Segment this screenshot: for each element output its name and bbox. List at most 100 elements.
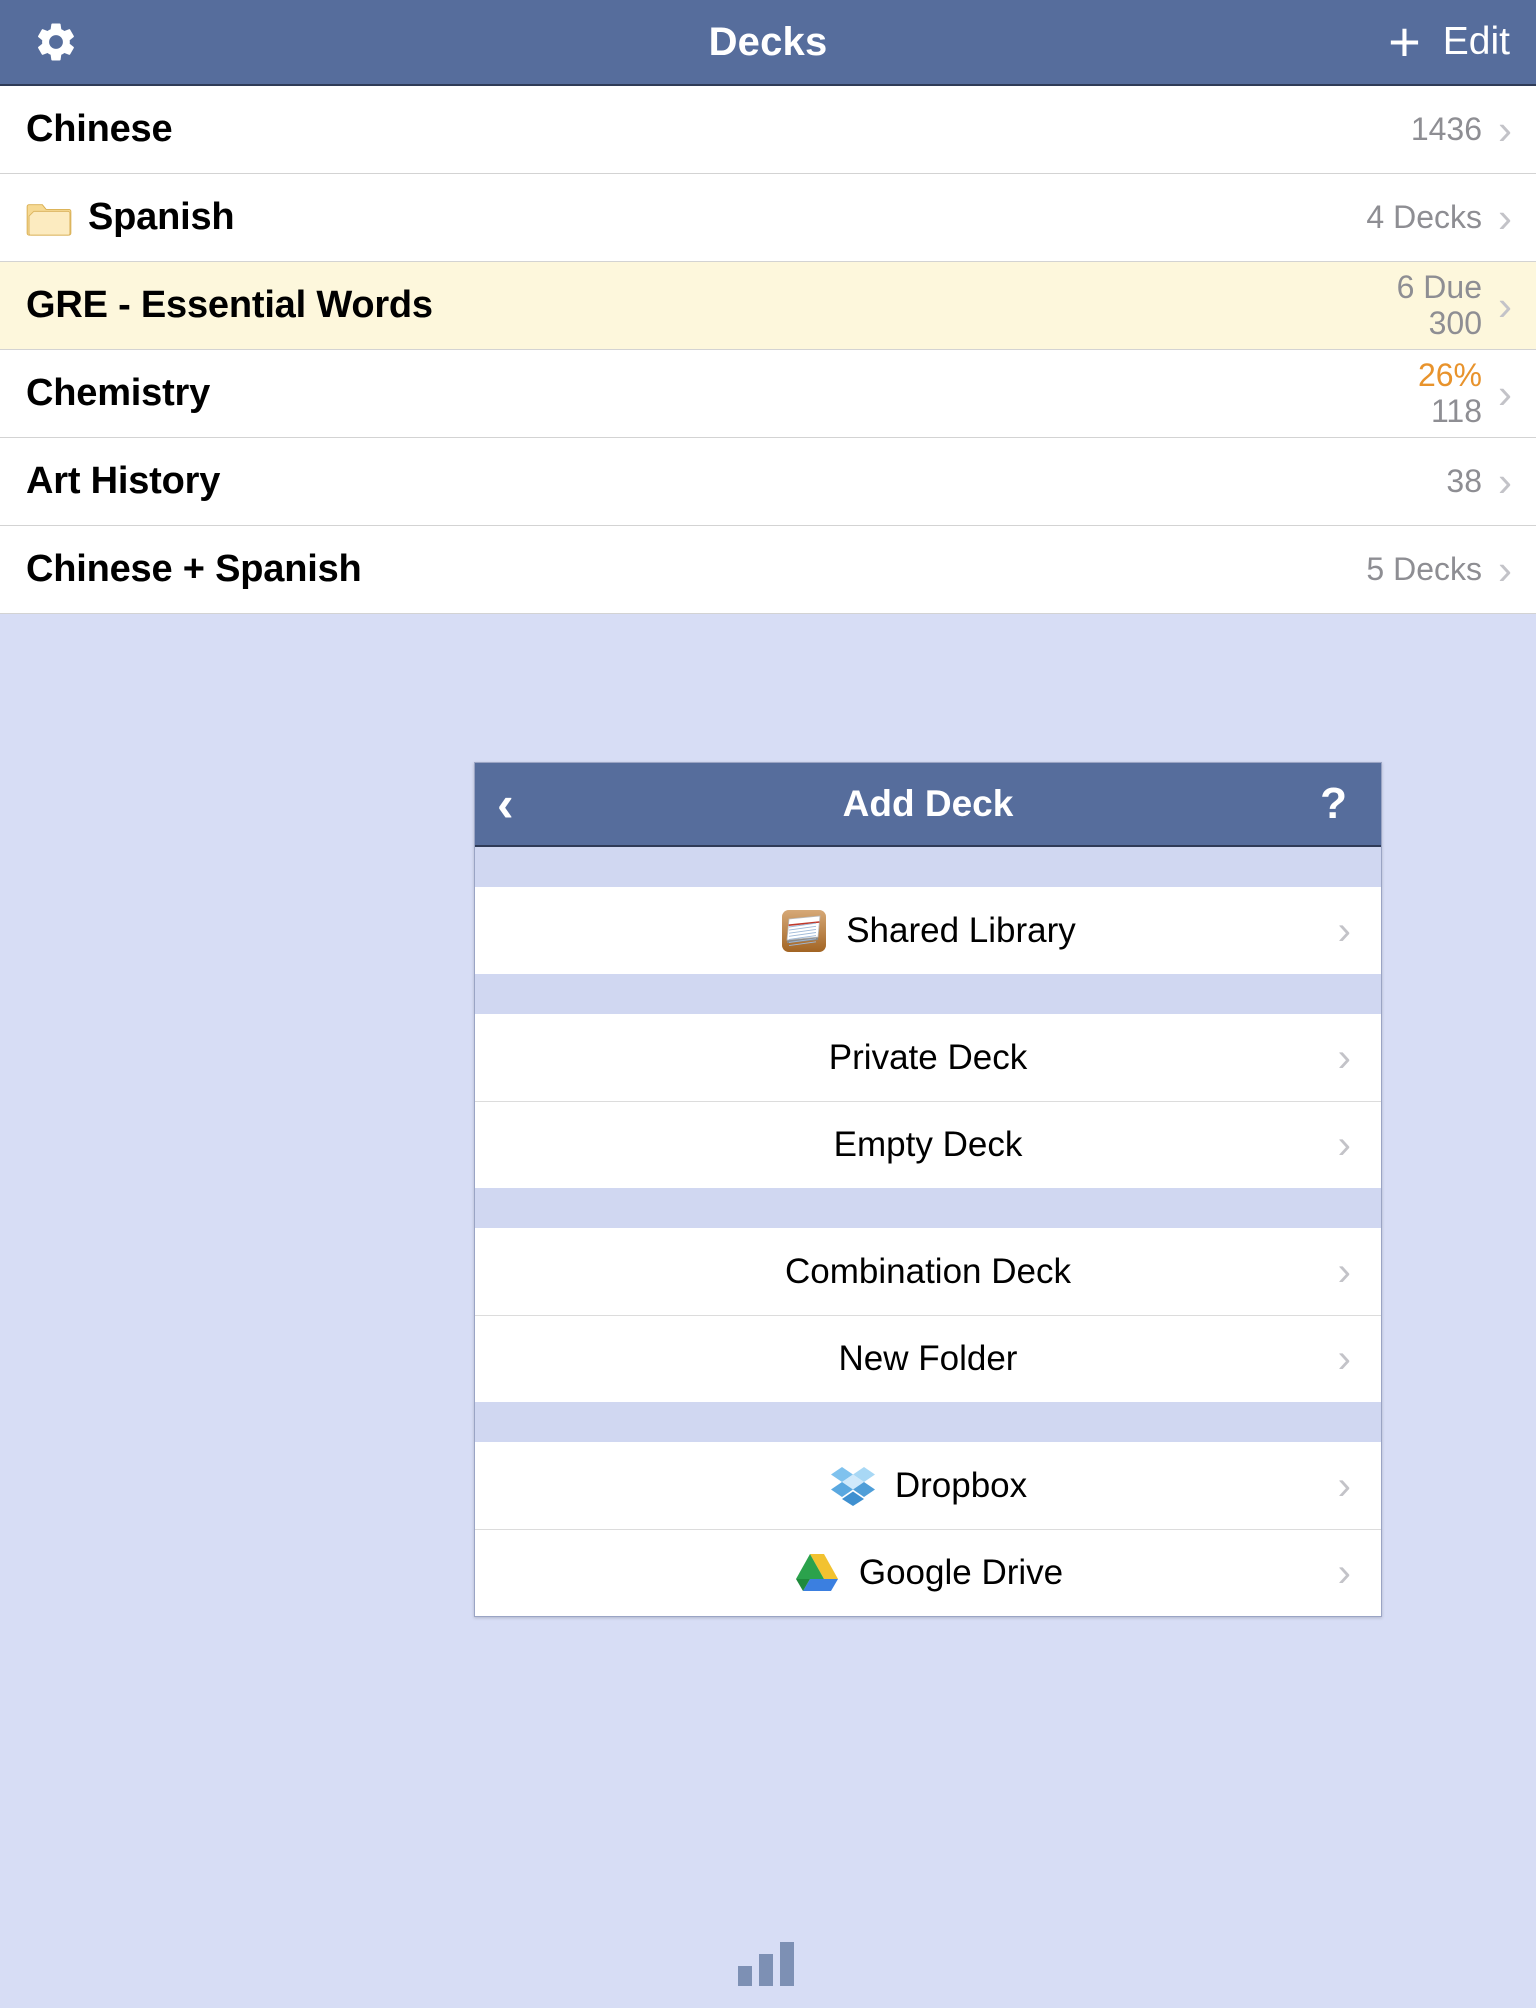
add-deck-option[interactable]: Combination Deck › xyxy=(475,1228,1381,1315)
google-drive-icon xyxy=(795,1554,838,1591)
add-deck-dialog: ‹ Add Deck ? Shared Library › Private Deck… xyxy=(474,762,1382,1617)
deck-row-left: Chinese xyxy=(0,108,173,151)
add-deck-option-content: Shared Library xyxy=(780,907,1076,955)
add-deck-option-content: Google Drive xyxy=(793,1549,1063,1597)
top-navigation-bar: Decks + Edit xyxy=(0,0,1536,86)
chevron-right-icon: › xyxy=(1337,1337,1351,1381)
folder-icon xyxy=(26,203,72,236)
add-deck-option-content: New Folder xyxy=(839,1339,1018,1379)
deck-meta: 5 Decks xyxy=(1366,550,1482,588)
deck-name: Art History xyxy=(26,460,221,502)
deck-row-right: 1436 › xyxy=(1411,86,1518,173)
chevron-right-icon: › xyxy=(1498,369,1512,417)
deck-row-left: Chinese + Spanish xyxy=(0,548,362,591)
deck-row-right: 5 Decks › xyxy=(1366,526,1518,613)
chevron-right-icon: › xyxy=(1337,908,1351,953)
chevron-right-icon: › xyxy=(1337,1123,1351,1167)
option-group: Combination Deck › New Folder › xyxy=(475,1228,1381,1402)
chevron-right-icon: › xyxy=(1337,1463,1351,1508)
add-deck-option[interactable]: Private Deck › xyxy=(475,1014,1381,1101)
deck-row-right: 4 Decks › xyxy=(1366,174,1518,261)
add-deck-option-content: Empty Deck xyxy=(834,1125,1023,1165)
chevron-right-icon: › xyxy=(1498,457,1512,505)
bar-chart-bar-1 xyxy=(738,1966,752,1986)
deck-meta-secondary: 300 xyxy=(1428,304,1482,341)
add-deck-option-label: Empty Deck xyxy=(833,1125,1023,1164)
option-group: Dropbox › Google Drive › xyxy=(475,1442,1381,1616)
deck-meta-primary: 38 xyxy=(1446,462,1482,499)
deck-row-right: 38 › xyxy=(1446,438,1518,525)
deck-meta: 26% 118 xyxy=(1417,356,1482,430)
deck-meta-primary: 5 Decks xyxy=(1366,550,1482,587)
add-deck-option-content: Combination Deck xyxy=(785,1252,1071,1292)
deck-row[interactable]: GRE - Essential Words 6 Due 300 › xyxy=(0,262,1536,350)
option-group: Shared Library › xyxy=(475,887,1381,974)
add-deck-option-label: Google Drive xyxy=(858,1553,1064,1592)
add-deck-option[interactable]: Empty Deck › xyxy=(475,1101,1381,1188)
deck-meta-secondary: 118 xyxy=(1430,392,1482,429)
chevron-right-icon: › xyxy=(1337,1035,1351,1080)
add-deck-option-content: Dropbox xyxy=(829,1462,1027,1510)
add-deck-option-label: Dropbox xyxy=(894,1465,1028,1505)
add-deck-dialog-title: Add Deck xyxy=(842,783,1014,824)
deck-row-left: Spanish xyxy=(0,196,235,239)
add-deck-dialog-header: ‹ Add Deck ? xyxy=(475,763,1381,847)
option-group: Private Deck › Empty Deck › xyxy=(475,1014,1381,1188)
page-title: Decks xyxy=(708,19,828,64)
deck-meta-primary: 26% xyxy=(1417,356,1482,393)
deck-name: Chinese + Spanish xyxy=(26,548,362,590)
add-deck-option-label: Shared Library xyxy=(846,910,1076,950)
deck-name: Chemistry xyxy=(26,372,211,414)
deck-name: Chinese xyxy=(26,108,173,150)
chevron-right-icon: › xyxy=(1498,281,1512,329)
deck-list: Chinese 1436 › Spanish 4 Decks › GRE - Essenti… xyxy=(0,86,1536,614)
deck-meta-primary: 4 Decks xyxy=(1366,198,1482,235)
deck-meta: 4 Decks xyxy=(1366,198,1482,236)
edit-button[interactable]: Edit xyxy=(1443,20,1510,64)
chevron-right-icon: › xyxy=(1337,1249,1351,1294)
back-button[interactable]: ‹ xyxy=(497,779,514,829)
deck-meta-primary: 1436 xyxy=(1410,110,1482,147)
chevron-right-icon: › xyxy=(1498,545,1512,593)
section-separator xyxy=(475,1188,1381,1228)
add-deck-option[interactable]: Dropbox › xyxy=(475,1442,1381,1529)
deck-meta: 1436 xyxy=(1410,110,1482,148)
section-separator xyxy=(475,847,1381,887)
index-cards-icon xyxy=(782,909,827,952)
bar-chart-bar-2 xyxy=(759,1954,773,1986)
deck-row-right: 26% 118 › xyxy=(1418,350,1518,437)
deck-row[interactable]: Chinese 1436 › xyxy=(0,86,1536,174)
deck-meta: 38 xyxy=(1446,462,1482,500)
app-root: Decks + Edit Chinese 1436 › Spanish 4 Decks ›… xyxy=(0,0,1536,2008)
navbar-right-actions: + Edit xyxy=(1388,14,1510,70)
deck-row[interactable]: Art History 38 › xyxy=(0,438,1536,526)
add-deck-dialog-body: Shared Library › Private Deck › Empty Deck › C… xyxy=(475,847,1381,1616)
deck-row[interactable]: Chinese + Spanish 5 Decks › xyxy=(0,526,1536,614)
chevron-right-icon: › xyxy=(1337,1551,1351,1595)
add-deck-option-label: Combination Deck xyxy=(785,1251,1071,1291)
deck-meta: 6 Due 300 xyxy=(1396,268,1482,342)
help-button[interactable]: ? xyxy=(1320,782,1347,826)
deck-row-left: GRE - Essential Words xyxy=(0,284,433,327)
deck-row[interactable]: Spanish 4 Decks › xyxy=(0,174,1536,262)
deck-row-left: Art History xyxy=(0,460,220,503)
add-deck-option[interactable]: Shared Library › xyxy=(475,887,1381,974)
deck-name: GRE - Essential Words xyxy=(26,284,433,326)
add-deck-option-content: Private Deck xyxy=(829,1038,1027,1078)
bar-chart-bar-3 xyxy=(780,1942,794,1986)
add-deck-option[interactable]: New Folder › xyxy=(475,1315,1381,1402)
dropbox-icon xyxy=(830,1466,875,1506)
deck-meta-primary: 6 Due xyxy=(1396,268,1482,305)
section-separator xyxy=(475,1402,1381,1442)
section-separator xyxy=(475,974,1381,1014)
chevron-right-icon: › xyxy=(1498,193,1512,241)
bar-chart-icon xyxy=(738,1940,798,1986)
deck-row[interactable]: Chemistry 26% 118 › xyxy=(0,350,1536,438)
deck-row-left: Chemistry xyxy=(0,372,210,415)
deck-name: Spanish xyxy=(88,196,235,238)
add-deck-option-label: New Folder xyxy=(838,1339,1018,1378)
add-deck-option[interactable]: Google Drive › xyxy=(475,1529,1381,1616)
add-deck-option-label: Private Deck xyxy=(828,1037,1028,1077)
chevron-right-icon: › xyxy=(1498,105,1512,153)
add-deck-button[interactable]: + xyxy=(1388,14,1421,70)
